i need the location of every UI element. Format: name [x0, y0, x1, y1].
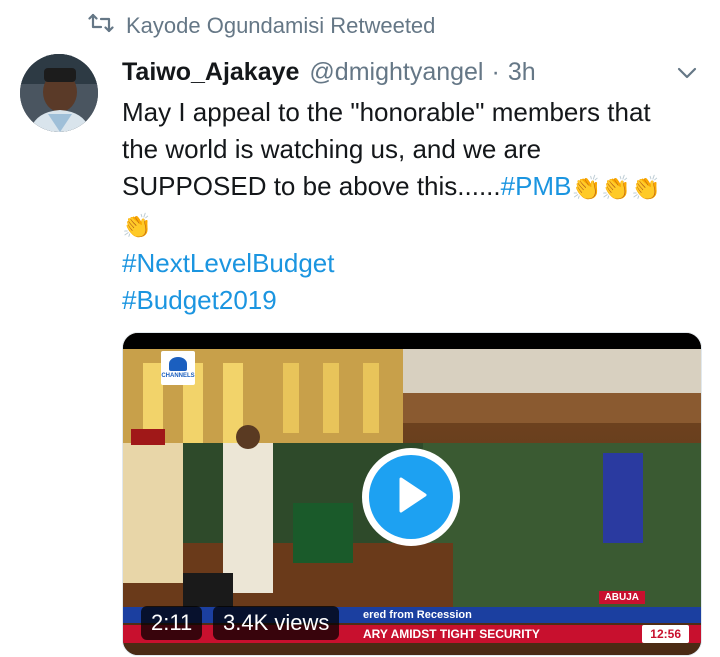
- play-icon: [393, 475, 429, 520]
- tweet-text-fragment: SUPPOSED to be above this......: [122, 171, 501, 201]
- channel-logo-text: CHANNELS: [161, 373, 195, 379]
- location-tag: ABUJA: [598, 591, 645, 604]
- hashtag-pmb[interactable]: #PMB: [501, 171, 572, 201]
- clap-emoji: 👏: [122, 213, 152, 241]
- retweet-icon: [88, 12, 114, 40]
- tweet-text-line: May I appeal to the "honorable" members …: [122, 97, 651, 127]
- news-ticker-bottom: ARY AMIDST TIGHT SECURITY 12:56: [123, 625, 701, 643]
- tweet-text-line-3: SUPPOSED to be above this......#PMB👏👏👏: [122, 168, 702, 207]
- video-views: 3.4K views: [213, 606, 340, 640]
- tweet-text-line: the world is watching us, and we are: [122, 134, 542, 164]
- separator: ·: [491, 58, 500, 86]
- ticker-headline: ARY AMIDST TIGHT SECURITY: [363, 627, 540, 641]
- tweet-text-line-4: 👏: [122, 207, 702, 246]
- retweet-label: Kayode Ogundamisi Retweeted: [126, 13, 436, 38]
- avatar[interactable]: [20, 54, 98, 132]
- video-player[interactable]: CHANNELS ABUJA ered from Recession ARY A…: [122, 332, 702, 656]
- chevron-down-icon[interactable]: [676, 62, 698, 84]
- handle[interactable]: @dmightyangel: [309, 58, 483, 87]
- play-button[interactable]: [362, 448, 460, 546]
- clap-emoji: 👏: [571, 174, 602, 202]
- hashtag-nextlevelbudget[interactable]: #NextLevelBudget: [122, 245, 702, 282]
- clap-emoji: 👏: [601, 174, 632, 202]
- channel-logo-mark: [169, 357, 187, 371]
- tweet-text: May I appeal to the "honorable" members …: [122, 94, 702, 319]
- retweet-context[interactable]: Kayode Ogundamisi Retweeted: [88, 12, 435, 40]
- clap-emoji: 👏: [631, 174, 662, 202]
- timestamp[interactable]: 3h: [508, 58, 536, 87]
- news-ticker-top: ered from Recession: [123, 607, 701, 623]
- channel-logo: CHANNELS: [161, 351, 195, 385]
- video-duration: 2:11: [141, 606, 203, 640]
- play-button-inner: [369, 455, 453, 539]
- ticker-clock: 12:56: [642, 625, 689, 643]
- tweet-header: Taiwo_Ajakaye @dmightyangel · 3h: [122, 58, 690, 87]
- hashtag-budget2019[interactable]: #Budget2019: [122, 282, 702, 319]
- display-name[interactable]: Taiwo_Ajakaye: [122, 58, 299, 87]
